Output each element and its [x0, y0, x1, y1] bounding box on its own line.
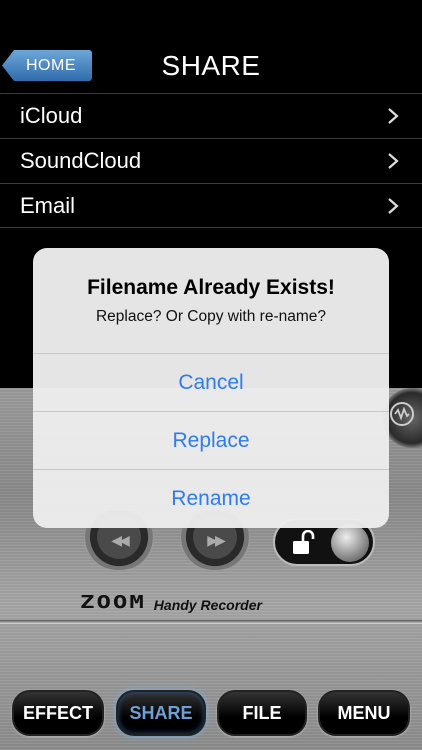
app-screen: HOME SHARE iCloud SoundCloud Email ◀◀ ▶▶ — [0, 0, 422, 750]
tab-menu[interactable]: MENU — [318, 690, 410, 736]
chevron-right-icon — [388, 153, 399, 169]
share-item-label: Email — [20, 192, 76, 218]
hold-switch-knob[interactable] — [331, 524, 369, 562]
rename-button[interactable]: Rename — [33, 469, 389, 527]
tab-file[interactable]: FILE — [217, 690, 307, 736]
tab-effect[interactable]: EFFECT — [12, 690, 104, 736]
zoom-logo: ZOOM — [80, 591, 146, 613]
share-item-email[interactable]: Email — [0, 183, 422, 228]
page-title: SHARE — [161, 50, 261, 81]
fast-forward-icon: ▶▶ — [207, 532, 226, 548]
divider — [0, 620, 422, 624]
share-item-label: iCloud — [20, 103, 83, 128]
brand-logo: ZOOM Handy Recorder — [80, 588, 262, 616]
alert-title: Filename Already Exists! — [87, 276, 335, 299]
filename-exists-alert: Filename Already Exists! Replace? Or Cop… — [33, 248, 389, 528]
share-item-soundcloud[interactable]: SoundCloud — [0, 138, 422, 183]
unlock-icon — [293, 530, 315, 554]
alert-message: Replace? Or Copy with re-name? — [95, 308, 327, 325]
replace-button[interactable]: Replace — [33, 411, 389, 469]
share-item-icloud[interactable]: iCloud — [0, 93, 422, 138]
bottom-tab-bar: EFFECT SHARE FILE MENU — [0, 690, 422, 736]
share-list: iCloud SoundCloud Email — [0, 93, 422, 228]
rewind-icon: ◀◀ — [111, 532, 130, 548]
waveform-icon — [390, 402, 414, 426]
brand-subtitle: Handy Recorder — [153, 597, 262, 613]
tab-share[interactable]: SHARE — [116, 690, 206, 736]
share-item-label: SoundCloud — [20, 148, 142, 173]
cancel-button[interactable]: Cancel — [33, 353, 389, 411]
chevron-right-icon — [388, 197, 399, 214]
chevron-right-icon — [388, 108, 399, 124]
